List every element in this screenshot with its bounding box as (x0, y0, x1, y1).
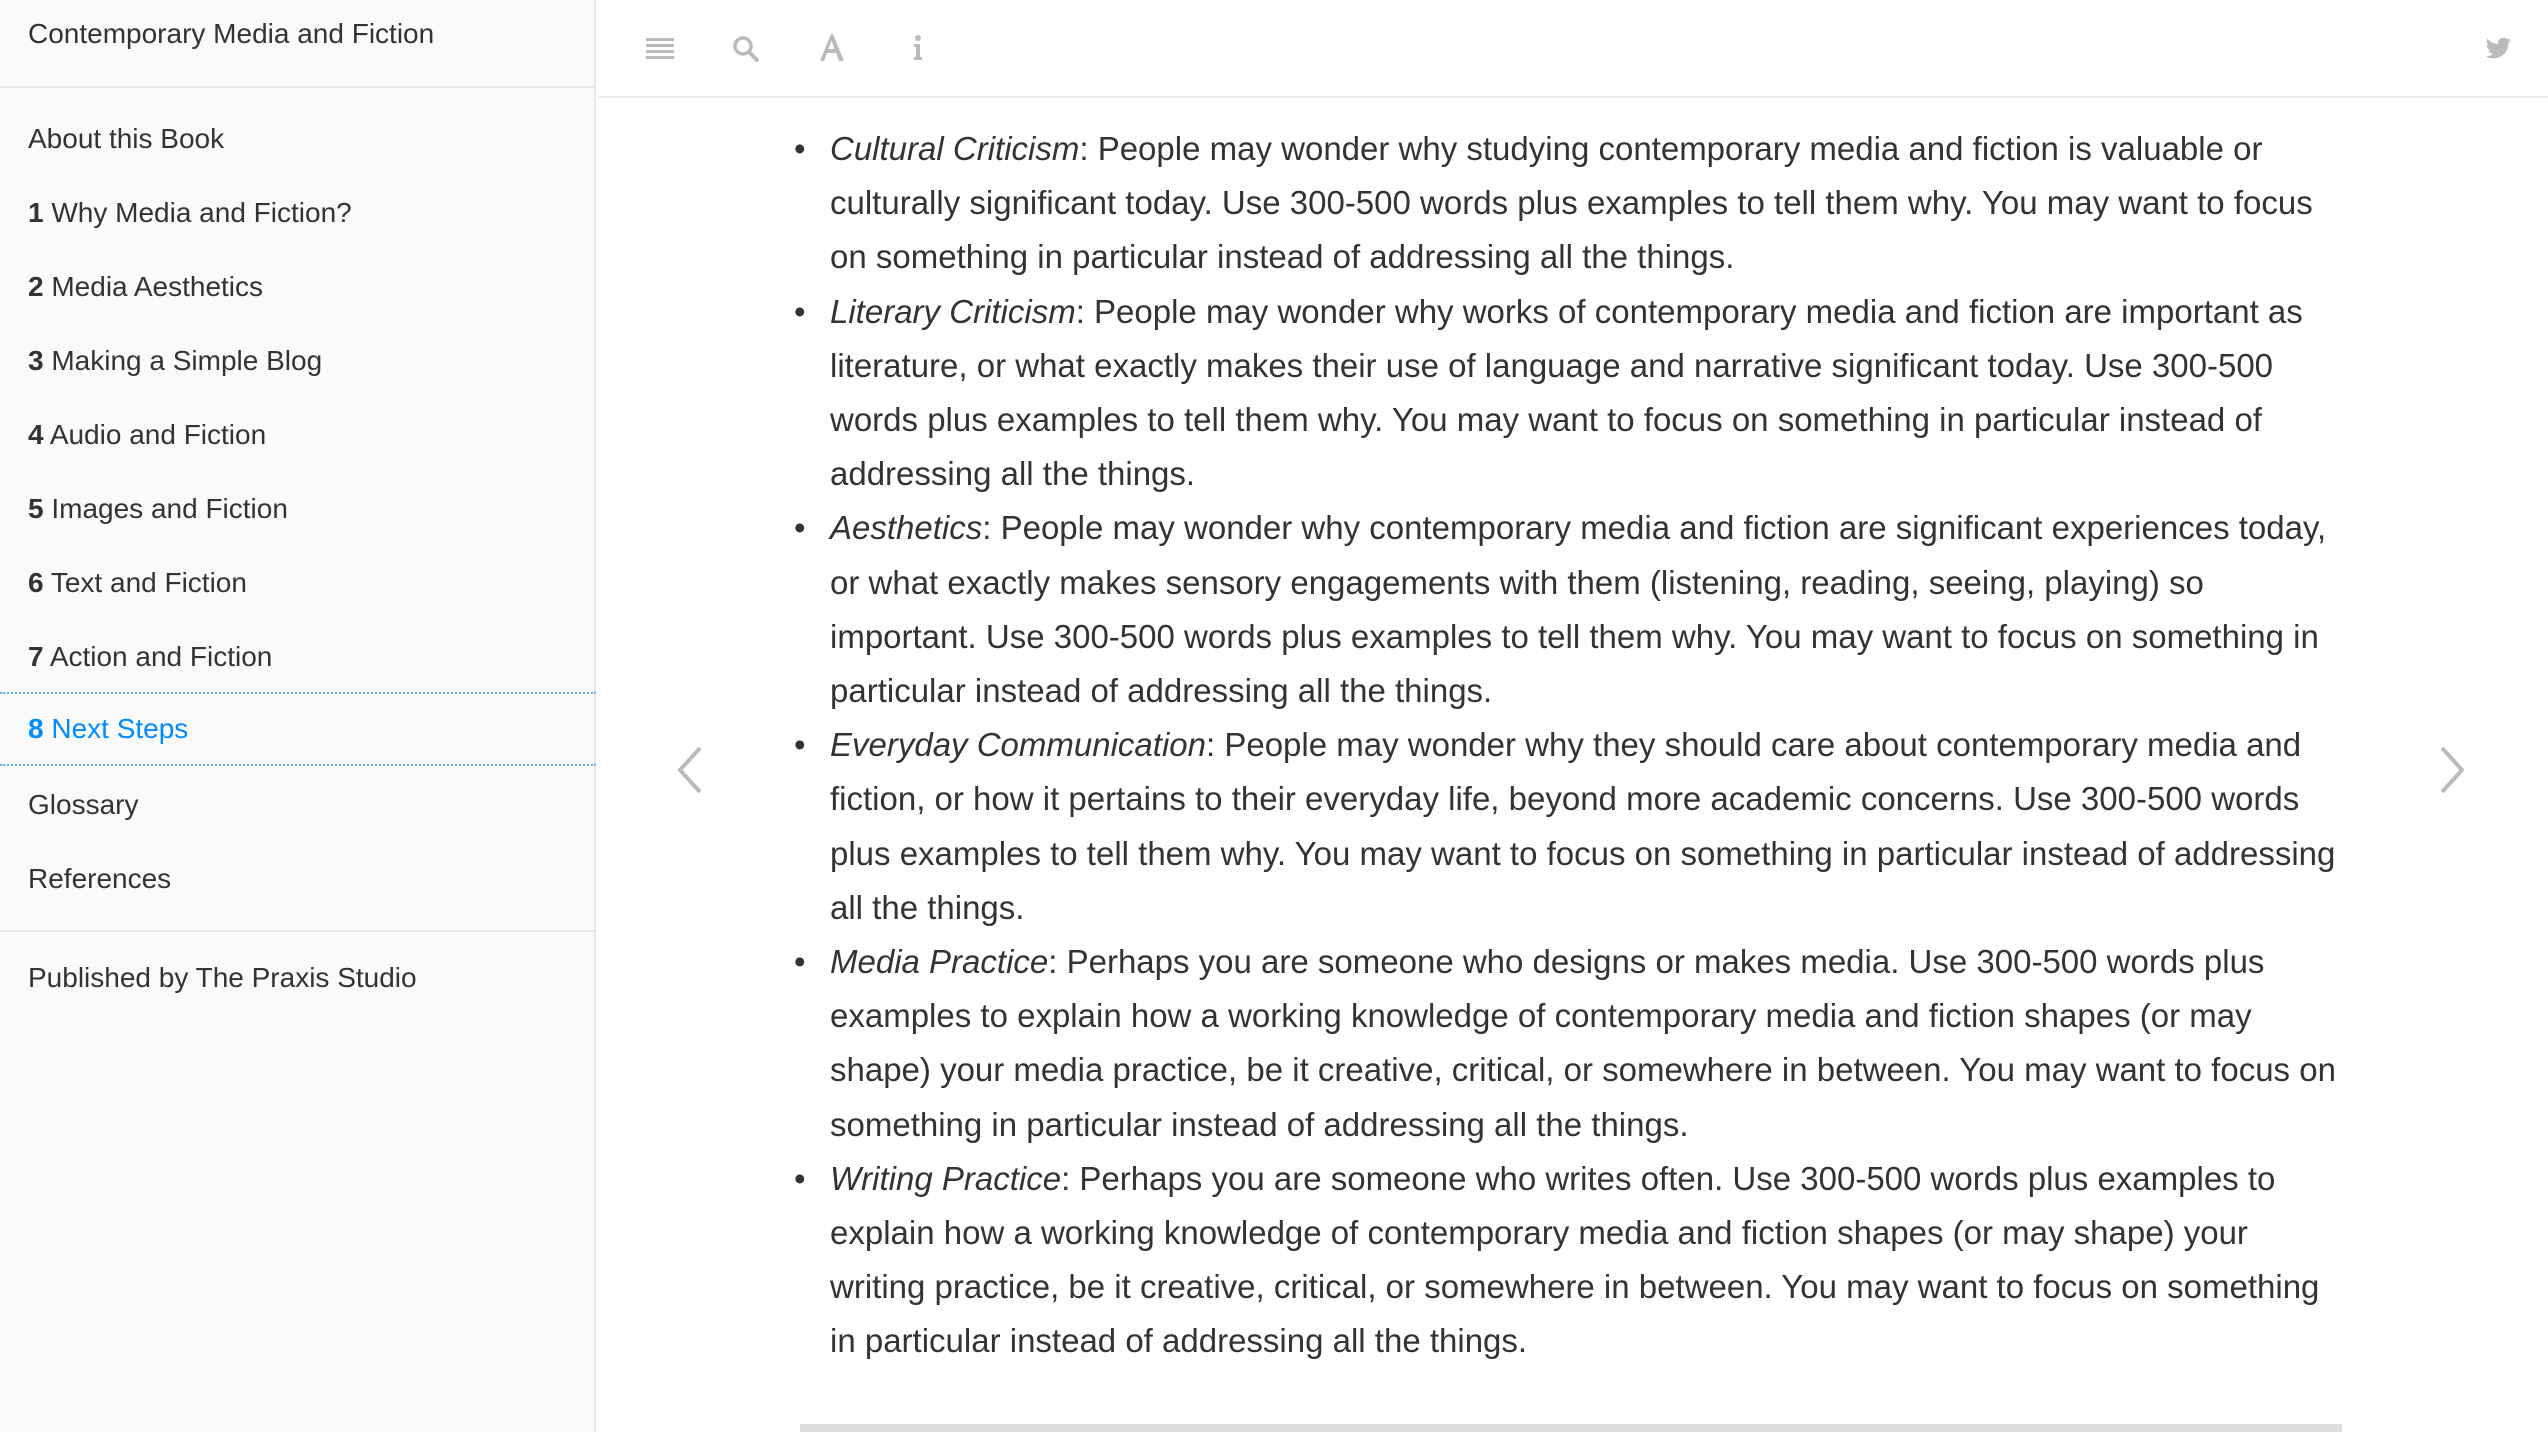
sidebar-item-chapter-7[interactable]: 7 Action and Fiction (0, 620, 596, 694)
sidebar-item-label: References (28, 863, 172, 894)
list-item: • Aesthetics: People may wonder why conte… (794, 501, 2350, 718)
sidebar-item-chapter-6[interactable]: 6 Text and Fiction (0, 546, 596, 620)
list-item: • Cultural Criticism: People may wonder w… (794, 122, 2350, 285)
chapter-number: 2 (28, 271, 44, 302)
assignment-options-list: • Cultural Criticism : People may wonder w… (794, 122, 2350, 1369)
sidebar-item-label: Glossary (28, 789, 139, 820)
bullet: • (794, 509, 806, 547)
sidebar-item-chapter-1[interactable]: 1 Why Media and Fiction? (0, 176, 596, 250)
previous-page-arrow[interactable] (670, 740, 710, 800)
sidebar-item-label: Making a Simple Blog (51, 345, 323, 376)
next-page-arrow[interactable] (2432, 740, 2472, 800)
info-icon[interactable] (898, 28, 938, 68)
sidebar-item-label: Why Media and Fiction? (51, 197, 352, 228)
list-item-term: Cultural Criticism (830, 130, 1080, 167)
chapter-number: 6 (28, 567, 44, 598)
chapter-number: 3 (28, 345, 44, 376)
chapter-number: 5 (28, 493, 44, 524)
bullet: • (794, 130, 806, 167)
sidebar-item-label: Action and Fiction (49, 641, 273, 672)
sidebar: Contemporary Media and Fiction About thi… (0, 0, 596, 1432)
chapter-number: 1 (28, 197, 44, 228)
sidebar-item-label: About this Book (28, 123, 225, 154)
sidebar-item-chapter-3[interactable]: 3 Making a Simple Blog (0, 324, 596, 398)
list-item-term: Literary Criticism (830, 292, 1076, 330)
toolbar (598, 0, 2548, 98)
bullet: • (794, 943, 806, 981)
list-item: • Media Practice: Perhaps you are someone… (794, 935, 2350, 1152)
list-item-text: : People may wonder why contemporary med… (830, 509, 2327, 710)
sidebar-item-label: Images and Fiction (51, 493, 288, 524)
list-item-term: Aesthetics (830, 509, 983, 547)
bullet: • (794, 1159, 806, 1197)
menu-icon[interactable] (640, 28, 680, 68)
sidebar-item-about[interactable]: About this Book (0, 102, 596, 176)
sidebar-item-label: Next Steps (51, 713, 189, 744)
book-title[interactable]: Contemporary Media and Fiction (28, 18, 434, 50)
list-item-term: Writing Practice (830, 1159, 1062, 1197)
list-item: • Writing Practice: Perhaps you are someo… (794, 1152, 2350, 1369)
sidebar-item-label: Media Aesthetics (51, 271, 264, 302)
chevron-right-icon (2440, 746, 2465, 794)
chapter-number: 8 (28, 713, 44, 744)
list-item-text: : Perhaps you are someone who designs or… (830, 943, 2336, 1143)
chapter-number: 4 (28, 419, 44, 450)
twitter-icon[interactable] (2478, 28, 2518, 68)
sidebar-item-chapter-8[interactable]: 8 Next Steps (0, 692, 596, 766)
sidebar-item-glossary[interactable]: Glossary (0, 768, 596, 842)
list-item: • Literary Criticism: People may wonder w… (794, 285, 2350, 502)
search-icon[interactable] (726, 28, 766, 68)
font-icon[interactable] (812, 28, 852, 68)
list-item: • Everyday Communication: People may wond… (794, 718, 2350, 935)
sidebar-divider (0, 930, 596, 932)
publisher-link[interactable]: Published by The Praxis Studio (28, 962, 417, 994)
chapter-number: 7 (28, 641, 44, 672)
sidebar-item-chapter-4[interactable]: 4 Audio and Fiction (0, 398, 596, 472)
chevron-left-icon (677, 746, 702, 794)
horizontal-scrollbar[interactable] (800, 1424, 2342, 1432)
sidebar-divider (0, 86, 596, 88)
sidebar-item-references[interactable]: References (0, 842, 596, 916)
sidebar-item-label: Audio and Fiction (49, 419, 267, 450)
list-item-term: Media Practice (830, 943, 1049, 981)
bullet: • (794, 292, 806, 330)
list-item-term: Everyday Communication (830, 726, 1206, 764)
bullet: • (794, 726, 806, 764)
sidebar-item-chapter-5[interactable]: 5 Images and Fiction (0, 472, 596, 546)
sidebar-item-label: Text and Fiction (50, 567, 247, 598)
sidebar-item-chapter-2[interactable]: 2 Media Aesthetics (0, 250, 596, 324)
